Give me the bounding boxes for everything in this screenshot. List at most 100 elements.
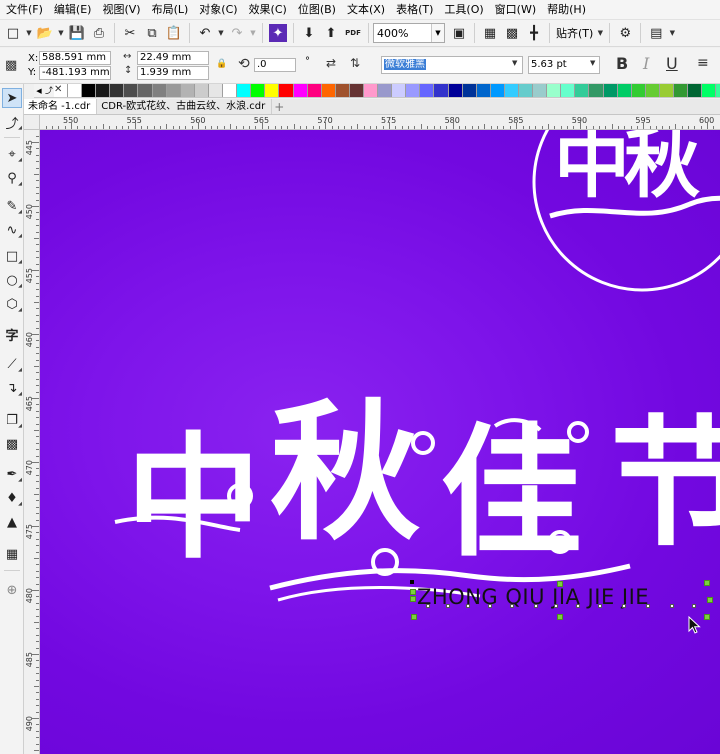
y-position-field[interactable]: -481.193 mm (39, 66, 111, 80)
palette-flyout-icon[interactable]: ⤴ (44, 84, 54, 97)
options-button[interactable]: ⚙ (614, 22, 636, 44)
menu-view[interactable]: 视图(V) (96, 0, 145, 20)
menu-bitmaps[interactable]: 位图(B) (292, 0, 341, 20)
undo-dropdown-button[interactable]: ▼ (216, 22, 226, 44)
ruler-origin[interactable] (24, 115, 40, 130)
color-swatch[interactable] (223, 84, 238, 97)
drop-shadow-tool[interactable]: ❐ ◢ (2, 410, 22, 430)
full-screen-button[interactable]: ▣ (448, 22, 470, 44)
launcher-dropdown-button[interactable]: ▼ (667, 22, 677, 44)
color-swatch[interactable] (533, 84, 548, 97)
import-button[interactable]: ⬇ (298, 22, 320, 44)
color-swatch[interactable] (561, 84, 576, 97)
horizontal-align-icon[interactable]: ≡ (697, 55, 709, 71)
selection-handle-bottom-right[interactable] (704, 614, 710, 620)
chevron-down-icon[interactable]: ▼ (431, 24, 444, 42)
lock-ratio-icon[interactable]: 🔒 (216, 59, 227, 69)
font-list-chevron-icon[interactable]: ▼ (512, 59, 517, 67)
pick-tool[interactable]: ➤ (2, 88, 22, 108)
font-size-chevron-icon[interactable]: ▼ (590, 59, 595, 67)
color-swatch[interactable] (293, 84, 308, 97)
color-swatch[interactable] (702, 84, 717, 97)
color-swatch[interactable] (688, 84, 703, 97)
smart-fill-tool[interactable]: ▲ (2, 512, 22, 532)
mirror-horizontal-icon[interactable]: ⇄ (326, 56, 336, 70)
color-swatch[interactable] (152, 84, 167, 97)
color-swatch[interactable] (420, 84, 435, 97)
menu-effects[interactable]: 效果(C) (243, 0, 292, 20)
menu-help[interactable]: 帮助(H) (541, 0, 591, 20)
tab-untitled-1[interactable]: 未命名 -1.cdr (24, 99, 98, 114)
color-swatch[interactable] (307, 84, 322, 97)
color-swatch[interactable] (138, 84, 153, 97)
rectangle-tool[interactable]: □ ◢ (2, 246, 22, 266)
x-position-field[interactable]: 588.591 mm (39, 51, 111, 65)
shape-tool[interactable]: ⤴ ◢ (2, 112, 22, 132)
color-swatch[interactable] (237, 84, 252, 97)
color-swatch[interactable] (208, 84, 224, 97)
palette-scroll-left-icon[interactable]: ◀ (34, 84, 44, 97)
color-swatch[interactable] (645, 84, 660, 97)
color-swatch[interactable] (631, 84, 646, 97)
selection-handle-top-middle[interactable] (557, 581, 563, 587)
color-swatch[interactable] (490, 84, 505, 97)
color-swatch[interactable] (124, 84, 139, 97)
artistic-media-tool[interactable]: ∿ ◢ (2, 220, 22, 240)
color-swatch[interactable] (589, 84, 604, 97)
horizontal-ruler[interactable]: 550 555 560 565 570 575 580 585 590 595 600 (40, 115, 720, 130)
color-swatch[interactable] (392, 84, 407, 97)
menu-file[interactable]: 文件(F) (0, 0, 48, 20)
export-button[interactable]: ⬆ (320, 22, 342, 44)
undo-button[interactable]: ↶ (194, 22, 216, 44)
add-tool-button[interactable]: ⊕ (2, 580, 22, 600)
color-swatch[interactable] (251, 84, 266, 97)
menu-edit[interactable]: 编辑(E) (48, 0, 97, 20)
interactive-fill-tool[interactable]: ♦ ◢ (2, 488, 22, 508)
selection-handle-top-left[interactable] (410, 589, 416, 595)
open-dropdown-button[interactable]: ▼ (56, 22, 66, 44)
color-swatch[interactable] (68, 84, 83, 97)
show-guidelines-button[interactable]: ╋ (523, 22, 545, 44)
zoom-tool[interactable]: ⚲ ◢ (2, 168, 22, 188)
color-swatch[interactable] (265, 84, 280, 97)
menu-layout[interactable]: 布局(L) (146, 0, 194, 20)
color-swatch[interactable] (504, 84, 519, 97)
color-swatch[interactable] (716, 84, 720, 97)
color-swatch[interactable] (180, 84, 195, 97)
new-dropdown-button[interactable]: ▼ (24, 22, 34, 44)
color-swatch[interactable] (335, 84, 350, 97)
crop-tool[interactable]: ⌖ ◢ (2, 144, 22, 164)
snap-to-menu[interactable]: 贴齐(T) (554, 25, 595, 41)
copy-button[interactable]: ⧉ (141, 22, 163, 44)
menu-text[interactable]: 文本(X) (341, 0, 390, 20)
selection-handle-middle-left[interactable] (410, 596, 416, 602)
color-swatch[interactable] (659, 84, 675, 97)
menu-window[interactable]: 窗口(W) (489, 0, 541, 20)
save-button[interactable]: 💾 (66, 22, 88, 44)
italic-button[interactable]: I (643, 54, 649, 73)
parallel-dimension-tool[interactable]: ⟋ ◢ (2, 354, 22, 374)
color-swatch[interactable] (519, 84, 534, 97)
selection-handle-bottom-left[interactable] (411, 614, 417, 620)
outline-pen-tool[interactable]: ▦ (2, 544, 22, 564)
show-rulers-button[interactable]: ▦ (479, 22, 501, 44)
color-swatch[interactable] (279, 84, 294, 97)
width-field[interactable]: 22.49 mm (137, 51, 209, 65)
font-list-field[interactable]: 微软雅黑 (381, 56, 523, 74)
color-swatch[interactable] (321, 84, 336, 97)
search-content-button[interactable]: ✦ (269, 24, 287, 42)
color-swatch[interactable] (406, 84, 421, 97)
color-swatch[interactable] (363, 84, 379, 97)
text-origin-node[interactable] (410, 580, 414, 584)
eyedropper-tool[interactable]: ✒ ◢ (2, 464, 22, 484)
redo-button[interactable]: ↷ (226, 22, 248, 44)
zoom-level-select[interactable]: 400% ▼ (373, 23, 445, 43)
transparency-tool[interactable]: ▩ (2, 434, 22, 454)
color-swatch[interactable] (434, 84, 449, 97)
ellipse-tool[interactable]: ○ ◢ (2, 270, 22, 290)
open-button[interactable]: 📂 (34, 22, 56, 44)
color-swatch[interactable] (603, 84, 618, 97)
mirror-vertical-icon[interactable]: ⇅ (350, 56, 360, 70)
polygon-tool[interactable]: ⬡ ◢ (2, 294, 22, 314)
print-button[interactable]: ⎙ (88, 22, 110, 44)
